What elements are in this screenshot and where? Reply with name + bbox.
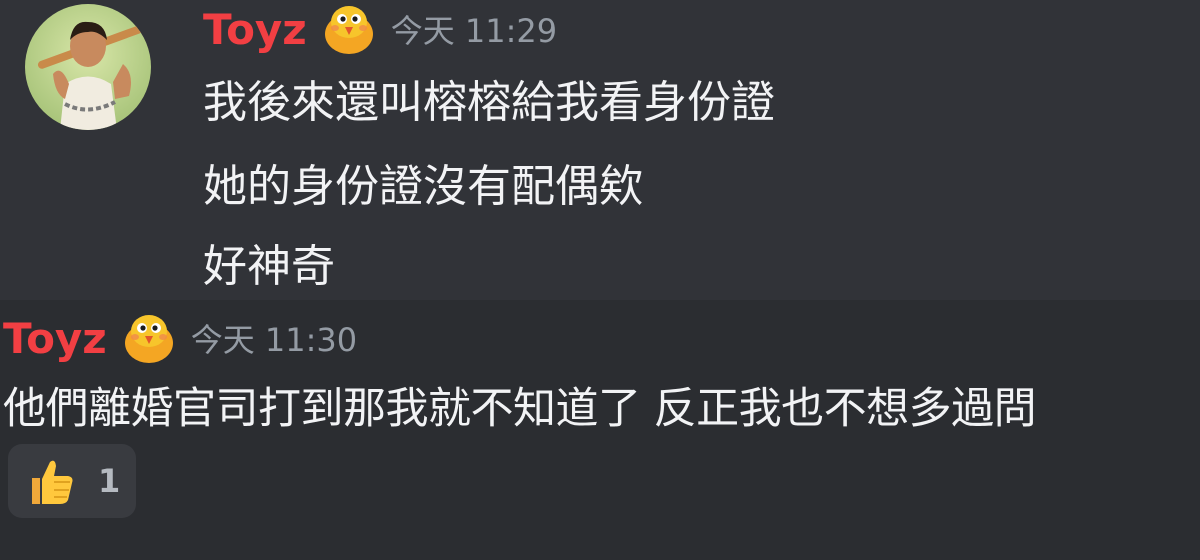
reaction-count: 1 (98, 462, 121, 500)
username[interactable]: Toyz (203, 5, 307, 54)
message-line: 我後來還叫榕榕給我看身份證 (203, 77, 775, 128)
message-line: 好神奇 (203, 241, 335, 292)
message-line: 她的身份證沒有配偶欸 (203, 161, 643, 212)
timestamp: 今天 11:30 (190, 321, 358, 359)
message-header: Toyz 今天 11:29 (203, 2, 557, 56)
reaction-thumbs-up-button[interactable]: 1 (8, 444, 136, 518)
username[interactable]: Toyz (3, 314, 107, 363)
chat-window: Toyz 今天 11:29 我後來還叫榕榕給我看身份證 她的身份證沒有配偶欸 好… (0, 0, 1200, 560)
bird-emoji-badge-icon (121, 311, 177, 365)
thumbs-up-icon (22, 452, 80, 510)
bird-emoji-badge-icon (321, 2, 377, 56)
message-line: 他們離婚官司打到那我就不知道了 反正我也不想多過問 (3, 384, 1037, 434)
avatar[interactable] (25, 4, 151, 130)
message-group: Toyz 今天 11:29 我後來還叫榕榕給我看身份證 她的身份證沒有配偶欸 好… (0, 0, 1200, 300)
message-header: Toyz 今天 11:30 (3, 310, 357, 366)
timestamp: 今天 11:29 (390, 12, 558, 50)
